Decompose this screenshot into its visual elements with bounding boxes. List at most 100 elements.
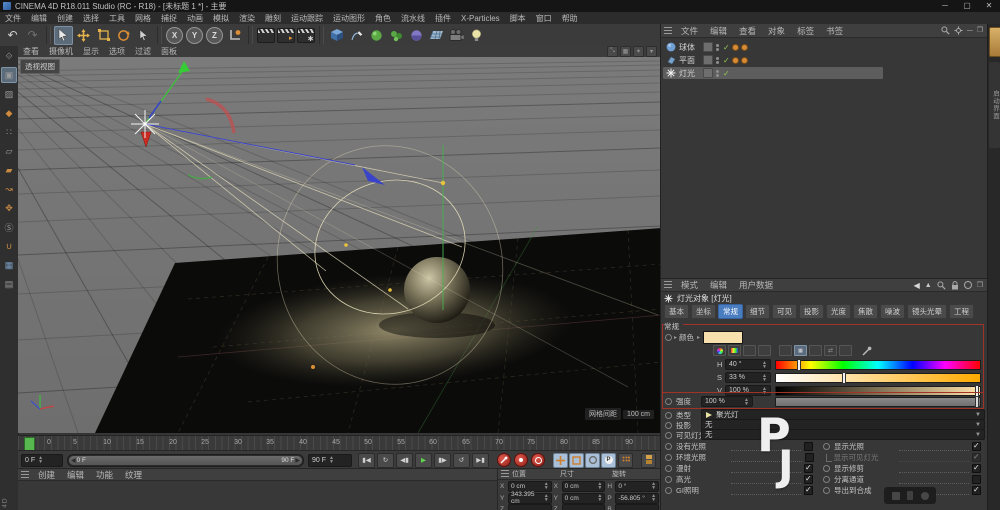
menu-window[interactable]: 窗口 bbox=[531, 13, 557, 24]
menu-character[interactable]: 角色 bbox=[370, 13, 396, 24]
add-light-button[interactable] bbox=[467, 26, 486, 45]
menu-xparticles[interactable]: X-Particles bbox=[456, 14, 505, 23]
layout-tab-startup[interactable]: 启动界面 bbox=[989, 62, 1000, 148]
visibility-dots[interactable] bbox=[716, 56, 719, 64]
intensity-slider[interactable] bbox=[775, 397, 981, 407]
menu-sculpt[interactable]: 雕刻 bbox=[260, 13, 286, 24]
enabled-check-icon[interactable]: ✓ bbox=[723, 43, 730, 52]
animation-dot-icon[interactable] bbox=[665, 412, 672, 419]
animation-palette-button[interactable] bbox=[641, 453, 656, 468]
viewport-maximize-icon[interactable]: ▾ bbox=[646, 46, 657, 57]
edges-mode-button[interactable]: ▱ bbox=[1, 143, 17, 159]
lock-icon[interactable] bbox=[951, 281, 959, 290]
am-menu-edit[interactable]: 编辑 bbox=[704, 279, 733, 291]
menu-create[interactable]: 创建 bbox=[52, 13, 78, 24]
color-swatches-icon[interactable] bbox=[839, 345, 852, 356]
animation-dot-icon[interactable] bbox=[665, 432, 672, 439]
menu-script[interactable]: 脚本 bbox=[505, 13, 531, 24]
layer-box-icon[interactable] bbox=[703, 55, 713, 65]
snap-button[interactable]: Ⓢ bbox=[1, 219, 17, 235]
menu-pipeline[interactable]: 流水线 bbox=[396, 13, 430, 24]
animation-dot-icon[interactable] bbox=[665, 487, 672, 494]
animation-dot-icon[interactable] bbox=[665, 465, 672, 472]
next-frame-button[interactable]: ▮▶ bbox=[434, 453, 451, 468]
separate-pass-checkbox[interactable] bbox=[972, 475, 981, 484]
goto-start-button[interactable]: ▮◀ bbox=[358, 453, 375, 468]
point-level-animation-toggle[interactable] bbox=[618, 453, 633, 468]
play-backwards-button[interactable]: ↻ bbox=[377, 453, 394, 468]
tab-lens-flare[interactable]: 镜头光晕 bbox=[907, 304, 947, 319]
menu-animate[interactable]: 动画 bbox=[182, 13, 208, 24]
panel-menu-icon[interactable] bbox=[21, 471, 29, 479]
rgb-sliders-icon[interactable] bbox=[779, 345, 792, 356]
maximize-button[interactable]: ▢ bbox=[956, 0, 978, 12]
visible-light-dropdown[interactable]: 无▼ bbox=[701, 429, 985, 440]
minimize-button[interactable]: ─ bbox=[934, 0, 956, 12]
diffuse-checkbox[interactable] bbox=[804, 464, 813, 473]
intensity-field[interactable]: 100 %▲▼ bbox=[701, 396, 753, 407]
object-row-light-selected[interactable]: 灯光 ✓ bbox=[663, 67, 883, 79]
frame-range-slider[interactable]: ◀ 0 F 90 F ▶ bbox=[67, 454, 304, 467]
add-cube-button[interactable] bbox=[327, 26, 346, 45]
kelvin-icon[interactable] bbox=[809, 345, 822, 356]
am-menu-mode[interactable]: 模式 bbox=[675, 279, 704, 291]
move-tool[interactable] bbox=[74, 26, 93, 45]
om-menu-bookmarks[interactable]: 书签 bbox=[820, 25, 849, 37]
hue-field[interactable]: 40 °▲▼ bbox=[725, 359, 771, 370]
tab-details[interactable]: 细节 bbox=[745, 304, 770, 319]
menu-tools[interactable]: 工具 bbox=[104, 13, 130, 24]
animation-dot-icon[interactable] bbox=[665, 476, 672, 483]
menu-file[interactable]: 文件 bbox=[0, 13, 26, 24]
viewport-grid-icon[interactable]: ▦ bbox=[620, 46, 631, 57]
size-x-field[interactable]: 0 cm▲▼ bbox=[562, 481, 606, 492]
polygons-mode-button[interactable]: ▰ bbox=[1, 162, 17, 178]
tab-basic[interactable]: 基本 bbox=[664, 304, 689, 319]
menu-mograph[interactable]: 运动图形 bbox=[328, 13, 370, 24]
materials-list-empty[interactable] bbox=[18, 481, 497, 510]
enable-axis-button[interactable]: ✥ bbox=[1, 200, 17, 216]
color-mixer-icon[interactable]: ⇄ bbox=[824, 345, 837, 356]
show-visible-light-checkbox[interactable] bbox=[972, 453, 981, 462]
object-row-plane[interactable]: 平面 ✓ bbox=[663, 54, 963, 66]
workplane-mode-button[interactable]: ◆ bbox=[1, 105, 17, 121]
position-x-field[interactable]: 0 cm▲▼ bbox=[508, 481, 552, 492]
color-wheel-icon[interactable] bbox=[713, 345, 726, 356]
autokey-button[interactable] bbox=[514, 453, 528, 467]
show-clipping-checkbox[interactable] bbox=[972, 464, 981, 473]
tab-shadow[interactable]: 投影 bbox=[799, 304, 824, 319]
texture-mode-button[interactable]: ▨ bbox=[1, 86, 17, 102]
model-mode-button[interactable]: ▣ bbox=[1, 67, 17, 83]
pin-icon[interactable] bbox=[964, 281, 972, 289]
falloff-handle-dot[interactable] bbox=[311, 365, 315, 369]
filter-gear-icon[interactable] bbox=[954, 26, 963, 35]
materials-menu-edit[interactable]: 编辑 bbox=[61, 469, 90, 481]
phong-tag-icon[interactable] bbox=[732, 57, 739, 64]
animation-dot-icon[interactable] bbox=[665, 422, 672, 429]
om-menu-tags[interactable]: 标签 bbox=[791, 25, 820, 37]
record-parameter-toggle[interactable]: P bbox=[601, 453, 616, 468]
viewport-menu-filter[interactable]: 过滤 bbox=[130, 46, 156, 57]
export-to-compositing-checkbox[interactable] bbox=[972, 486, 981, 495]
redo-button[interactable]: ↷ bbox=[23, 26, 42, 45]
viewport-menu-options[interactable]: 选项 bbox=[104, 46, 130, 57]
value-slider[interactable] bbox=[775, 386, 981, 396]
size-z-field[interactable] bbox=[562, 504, 606, 510]
rotate-tool[interactable] bbox=[114, 26, 133, 45]
close-button[interactable]: ✕ bbox=[978, 0, 1000, 12]
expand-arrow-icon[interactable]: ▸ bbox=[697, 334, 700, 341]
workplane-lock-button[interactable]: ▦ bbox=[1, 257, 17, 273]
render-settings-button[interactable]: ✱ bbox=[296, 26, 315, 45]
menu-plugins[interactable]: 插件 bbox=[430, 13, 456, 24]
cone-handle-dot[interactable] bbox=[388, 288, 392, 292]
record-scale-toggle[interactable] bbox=[569, 453, 584, 468]
last-tool-button[interactable] bbox=[134, 26, 153, 45]
layout-tab-icon[interactable] bbox=[989, 27, 1000, 57]
float-panel-icon[interactable]: ❐ bbox=[977, 26, 983, 35]
end-frame-field[interactable]: 90 F▲▼ bbox=[308, 454, 352, 467]
size-y-field[interactable]: 0 cm▲▼ bbox=[562, 493, 606, 504]
viewport-canvas[interactable]: 透视视图 网格间距 100 cm bbox=[18, 57, 660, 433]
panel-menu-icon[interactable] bbox=[664, 281, 672, 289]
tab-project[interactable]: 工程 bbox=[949, 304, 974, 319]
hue-slider[interactable] bbox=[775, 360, 981, 370]
color-image-icon[interactable] bbox=[743, 345, 756, 356]
